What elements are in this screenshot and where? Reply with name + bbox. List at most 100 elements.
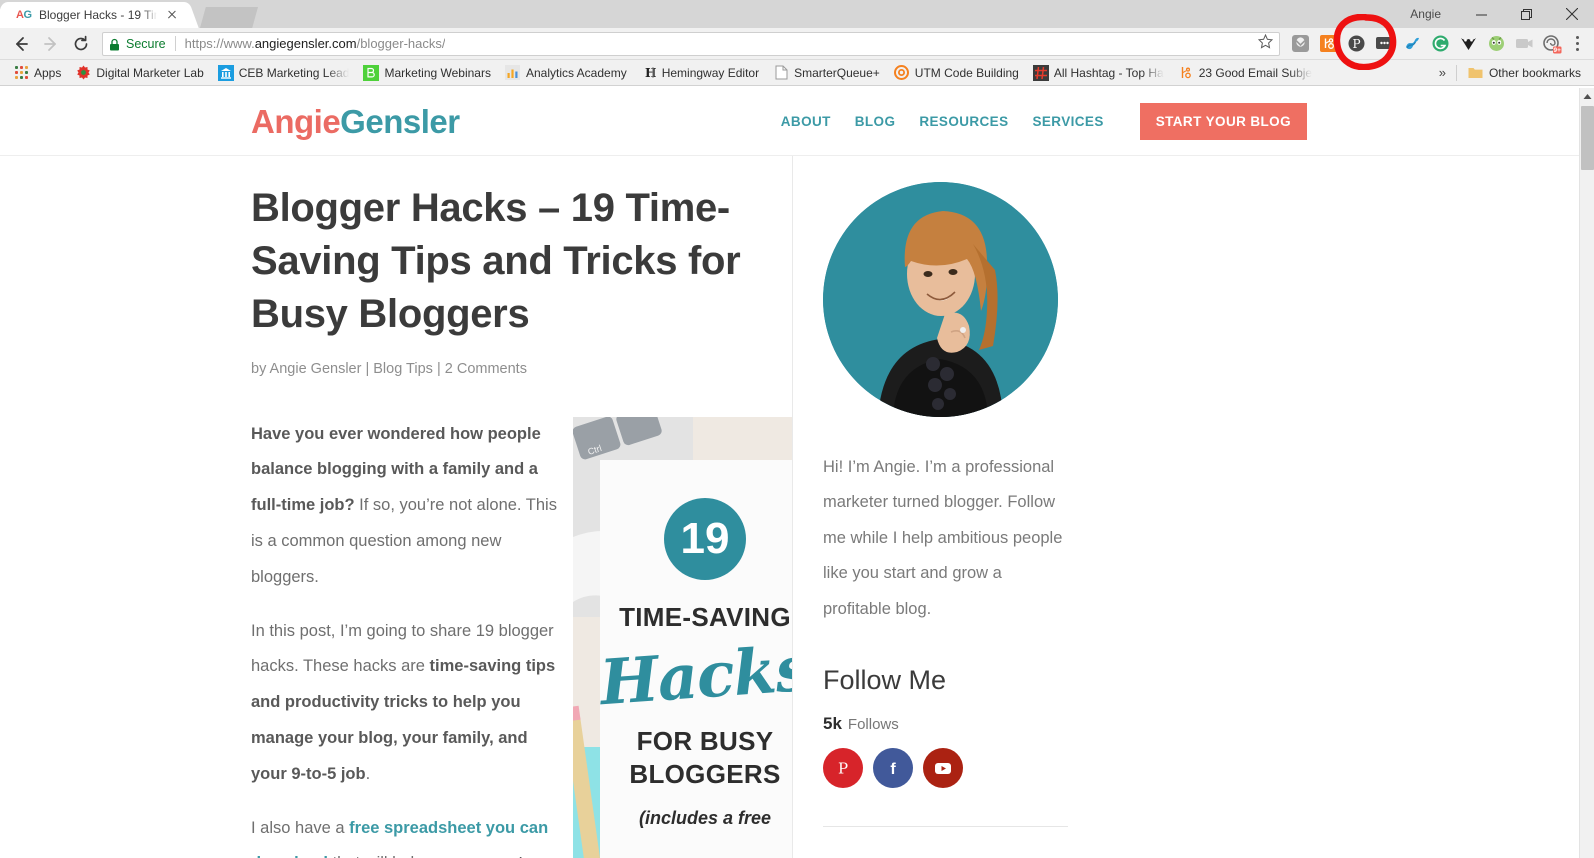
privacy-badger-extension-icon[interactable]	[1482, 30, 1510, 58]
bookmarks-bar: Apps Digital Marketer Lab CEB Marketing …	[0, 60, 1594, 86]
gear-icon	[75, 65, 91, 81]
back-button-icon[interactable]	[6, 29, 36, 59]
nav-item-resources[interactable]: RESOURCES	[919, 114, 1008, 129]
profile-name[interactable]: Angie	[1410, 7, 1441, 21]
byline-sep: |	[432, 360, 445, 377]
folder-icon	[1468, 65, 1484, 81]
follow-label: Follows	[847, 716, 899, 734]
post-body: Have you ever wondered how people balanc…	[251, 416, 792, 858]
pinterest-icon[interactable]: P	[823, 748, 863, 789]
tailwind-extension-icon[interactable]	[1398, 30, 1426, 58]
bookmark-hemingway-editor[interactable]: H Hemingway Editor	[634, 63, 766, 83]
paragraph-2-end: .	[365, 764, 371, 783]
hashtag-icon	[1032, 64, 1049, 81]
site-logo[interactable]: AngieGensler	[251, 103, 460, 141]
byline-comments[interactable]: 2 Comments	[445, 361, 527, 377]
bookmark-label: Digital Marketer Lab	[96, 65, 204, 80]
paragraph-2-bold: time-saving tips and productivity tricks…	[251, 657, 556, 783]
bookmark-label: Hemingway Editor	[661, 65, 760, 80]
address-bar[interactable]: Secure https://www.angiegensler.com/blog…	[102, 31, 1280, 56]
chrome-menu-icon[interactable]	[1566, 30, 1588, 58]
video-recorder-extension-icon[interactable]	[1510, 30, 1538, 58]
grammarly-extension-icon[interactable]	[1426, 30, 1454, 58]
other-bookmarks-folder[interactable]: Other bookmarks	[1461, 63, 1588, 83]
bookmarks-divider	[1455, 64, 1457, 81]
page-scrollbar[interactable]	[1579, 88, 1594, 858]
page-columns: Blogger Hacks – 19 Time-Saving Tips and …	[0, 156, 1579, 858]
featured-line-3: BLOGGERS	[629, 758, 781, 789]
byline-prefix: by	[251, 360, 270, 377]
start-your-blog-button[interactable]: START YOUR BLOG	[1139, 103, 1307, 140]
pinterest-extension-icon[interactable]: P	[1342, 30, 1370, 58]
url-text[interactable]: https://www.angiegensler.com/blogger-hac…	[185, 36, 446, 51]
byline-category[interactable]: Blog Tips	[373, 361, 433, 377]
bookmark-all-hashtag[interactable]: All Hashtag - Top Ha	[1026, 63, 1171, 83]
nav-item-about[interactable]: ABOUT	[781, 114, 831, 129]
minimize-icon[interactable]	[1459, 0, 1504, 28]
bookmarks-overflow-button[interactable]: »	[1433, 65, 1452, 80]
follow-me-heading: Follow Me	[823, 665, 947, 696]
bookmark-label: CEB Marketing Lead	[238, 65, 350, 80]
scrollbar-up-arrow-icon[interactable]	[1580, 88, 1594, 104]
featured-line-1: TIME-SAVING	[619, 601, 791, 632]
bookmark-label: UTM Code Building	[914, 65, 1019, 80]
bookmark-analytics-academy[interactable]: Analytics Academy	[498, 63, 634, 83]
close-icon[interactable]	[1549, 0, 1594, 28]
pocket-extension-icon[interactable]	[1286, 30, 1314, 58]
omnibox-separator	[174, 36, 176, 51]
new-tab-button[interactable]	[200, 7, 258, 28]
page-viewport: AngieGensler ABOUT BLOG RESOURCES SERVIC…	[0, 88, 1594, 858]
post-text-column: Have you ever wondered how people balanc…	[251, 417, 567, 858]
reload-button-icon[interactable]	[66, 29, 96, 59]
byline-sep: |	[361, 360, 374, 377]
tab-close-icon[interactable]	[164, 7, 180, 23]
featured-line-2: FOR BUSY	[636, 725, 774, 756]
follow-count: 5k	[823, 714, 842, 734]
post-byline: by Angie Gensler | Blog Tips | 2 Comment…	[251, 361, 792, 377]
extension-toolbar: P 9+	[1286, 30, 1588, 58]
bookmark-23-good-email-subjects[interactable]: 23 Good Email Subje	[1171, 63, 1319, 83]
svg-text:P: P	[1352, 37, 1360, 51]
apps-grid-icon	[13, 65, 29, 81]
forward-button-icon[interactable]	[36, 29, 66, 59]
bookmark-label: Analytics Academy	[525, 65, 627, 80]
paragraph-2: In this post, I’m going to share 19 blog…	[251, 614, 567, 793]
bookmark-ceb-marketing-lead[interactable]: CEB Marketing Lead	[211, 63, 357, 83]
browser-window: AG Blogger Hacks - 19 Time- Angie	[0, 0, 1594, 858]
buffer-extension-icon[interactable]	[1370, 30, 1398, 58]
youtube-icon[interactable]	[923, 748, 963, 789]
browser-tab-active[interactable]: AG Blogger Hacks - 19 Time-	[6, 2, 186, 28]
hootsuite-owl-extension-icon[interactable]	[1454, 30, 1482, 58]
tailwind-secondary-extension-icon[interactable]: 9+	[1538, 30, 1566, 58]
social-links: P f	[823, 748, 1313, 789]
bookmark-apps[interactable]: Apps	[6, 63, 68, 83]
sidebar-divider	[823, 826, 1068, 828]
facebook-icon[interactable]: f	[873, 748, 913, 789]
scrollbar-thumb[interactable]	[1581, 106, 1594, 170]
hubspot-icon	[894, 65, 910, 81]
bookmark-marketing-webinars[interactable]: Marketing Webinars	[356, 63, 498, 83]
nav-item-blog[interactable]: BLOG	[855, 114, 896, 129]
brightcove-icon	[363, 64, 380, 81]
nav-item-services[interactable]: SERVICES	[1033, 114, 1104, 129]
browser-toolbar: Secure https://www.angiegensler.com/blog…	[0, 28, 1594, 60]
tab-strip: AG Blogger Hacks - 19 Time-	[0, 0, 258, 28]
svg-text:H: H	[645, 66, 656, 80]
featured-image[interactable]: Ctrl 19 TIME-SAVING Hacks FOR BUSY BLOGG…	[573, 416, 792, 858]
bookmark-digital-marketer-lab[interactable]: Digital Marketer Lab	[68, 63, 210, 83]
site-nav: ABOUT BLOG RESOURCES SERVICES START YOUR…	[781, 103, 1579, 140]
hubspot-extension-icon[interactable]	[1314, 30, 1342, 58]
byline-author[interactable]: Angie Gensler	[270, 361, 362, 377]
bookmark-smarterqueue[interactable]: SmarterQueue+	[766, 63, 887, 83]
maximize-icon[interactable]	[1504, 0, 1549, 28]
bookmark-star-icon[interactable]	[1257, 33, 1274, 54]
logo-first-name: Angie	[251, 102, 341, 140]
paragraph-3-start: I also have a	[251, 818, 350, 837]
other-bookmarks-label: Other bookmarks	[1488, 65, 1581, 80]
browser-titlebar: AG Blogger Hacks - 19 Time- Angie	[0, 0, 1594, 28]
bookmark-utm-code-building[interactable]: UTM Code Building	[887, 63, 1026, 83]
featured-script-word: Hacks	[598, 631, 792, 719]
bookmark-label: All Hashtag - Top Ha	[1053, 65, 1164, 80]
avatar	[823, 182, 1058, 417]
paragraph-3-mid: that will help you	[328, 854, 459, 858]
